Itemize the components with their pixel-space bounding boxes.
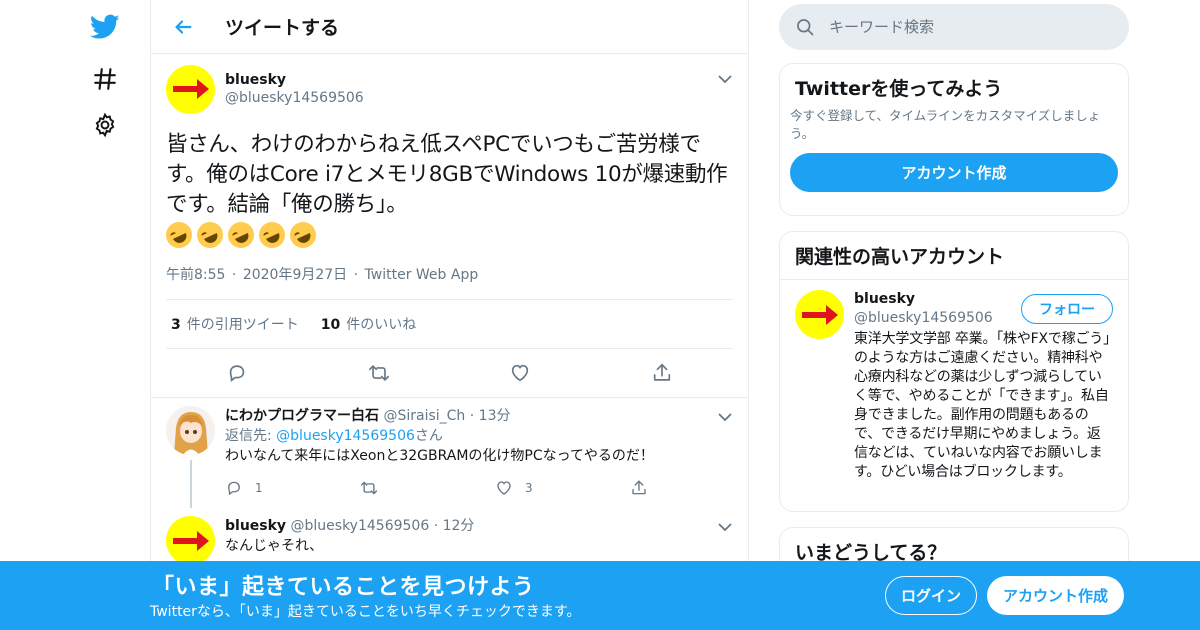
banner-title: 「いま」起きていることを見つけよう	[152, 575, 535, 600]
reply-time[interactable]: 13分	[479, 408, 511, 424]
signup-card-title: Twitterを使ってみよう	[795, 78, 1003, 100]
rofl-emoji-icon	[285, 217, 321, 253]
related-accounts-card: 関連性の高いアカウント bluesky @bluesky14569506 フォロ…	[779, 231, 1129, 512]
search-input[interactable]	[829, 18, 1109, 36]
related-name[interactable]: bluesky	[854, 290, 993, 308]
related-account[interactable]: bluesky @bluesky14569506 フォロー 東洋大学文学部 卒業…	[780, 279, 1128, 492]
thread-line	[190, 460, 192, 508]
reply-author-handle[interactable]: @Siraisi_Ch	[383, 408, 465, 424]
hashtag-icon[interactable]	[90, 64, 120, 94]
rofl-emoji-icon	[223, 217, 259, 253]
reply-text: わいなんて来年にはXeonと32GBRAMの化け物PCなってやるのだ！	[225, 448, 654, 464]
reply-author-name[interactable]: bluesky	[225, 518, 286, 534]
rofl-emoji-icon	[192, 217, 228, 253]
tweet-stats: 3 件の引用ツイート 10 件のいいね	[166, 299, 733, 349]
retweet-icon	[360, 481, 378, 495]
red-arrow-icon	[801, 304, 838, 325]
rofl-emoji-icon	[254, 217, 290, 253]
retweet-icon	[368, 365, 389, 381]
reply-tweet[interactable]: にわかプログラマー白石 @Siraisi_Ch · 13分 返信先: @blue…	[151, 398, 748, 508]
avatar[interactable]	[795, 290, 844, 339]
reply-text: なんじゃそれ、	[225, 538, 324, 554]
reply-to: 返信先: @bluesky14569506さん	[225, 428, 443, 444]
back-arrow-icon	[175, 19, 192, 34]
search-icon	[797, 19, 814, 36]
create-account-button[interactable]: アカウント作成	[790, 153, 1118, 192]
tweet-meta: 午前8:55 · 2020年9月27日 · Twitter Web App	[166, 264, 733, 284]
heart-icon	[512, 364, 529, 382]
related-handle[interactable]: @bluesky14569506	[854, 308, 993, 328]
reply-actions: 1 3	[225, 472, 765, 504]
tweet-time[interactable]: 午前8:55	[166, 267, 225, 283]
red-arrow-icon	[172, 79, 209, 99]
tweet-date[interactable]: 2020年9月27日	[243, 267, 347, 283]
page: ツイートする bluesky @bluesky14569506 皆さん、わけのわ…	[0, 0, 1200, 630]
emoji-row	[161, 217, 321, 253]
share-button[interactable]	[630, 479, 765, 497]
signup-button[interactable]: アカウント作成	[987, 576, 1124, 615]
quote-tweet-count[interactable]: 3 件の引用ツイート	[171, 314, 299, 334]
reply-header: にわかプログラマー白石 @Siraisi_Ch · 13分	[225, 406, 765, 426]
reply-button[interactable]	[166, 362, 308, 384]
meta-sep: ·	[469, 408, 475, 424]
like-count: 3	[525, 481, 533, 495]
tweet-actions	[166, 349, 733, 397]
main-column: ツイートする bluesky @bluesky14569506 皆さん、わけのわ…	[150, 0, 749, 630]
reply-author-handle[interactable]: @bluesky14569506	[291, 518, 430, 534]
tweet-author: bluesky @bluesky14569506	[166, 64, 733, 114]
signup-card: Twitterを使ってみよう 今すぐ登録して、タイムラインをカスタマイズしましょ…	[779, 63, 1129, 216]
share-button[interactable]	[591, 362, 733, 384]
reply-header: bluesky @bluesky14569506 · 12分	[225, 516, 733, 536]
tweet-text-content: 皆さん、わけのわからねえ低スペPCでいつもご苦労様です。俺のはCore i7とメ…	[166, 132, 728, 217]
meta-sep: ·	[231, 267, 237, 283]
avatar[interactable]	[166, 64, 215, 114]
back-button[interactable]	[163, 7, 203, 47]
anime-girl-avatar-icon	[166, 406, 215, 455]
red-arrow-icon	[172, 530, 209, 551]
retweet-button[interactable]	[308, 362, 450, 384]
reply-tweet[interactable]: bluesky @bluesky14569506 · 12分 なんじゃそれ、	[151, 504, 748, 565]
like-button[interactable]	[450, 362, 592, 384]
reply-icon	[229, 365, 245, 382]
main-tweet: bluesky @bluesky14569506 皆さん、わけのわからねえ低スペ…	[151, 54, 748, 398]
gear-icon[interactable]	[90, 110, 120, 140]
like-button[interactable]: 3	[495, 479, 630, 497]
signup-banner: 「いま」起きていることを見つけよう Twitterなら、「いま」起きていることを…	[0, 561, 1200, 630]
chevron-down-icon[interactable]	[716, 518, 734, 536]
chevron-down-icon[interactable]	[716, 408, 734, 426]
share-icon	[653, 363, 671, 381]
twitter-logo-icon[interactable]	[90, 12, 120, 42]
banner-subtitle: Twitterなら、「いま」起きていることをいち早くチェックできます。	[150, 604, 581, 620]
page-title: ツイートする	[225, 17, 340, 39]
author-name[interactable]: bluesky	[225, 71, 364, 89]
meta-sep: ·	[353, 267, 359, 283]
follow-button[interactable]: フォロー	[1021, 294, 1113, 324]
related-card-title: 関連性の高いアカウント	[795, 246, 1005, 268]
reply-to-link[interactable]: @bluesky14569506	[276, 428, 415, 444]
retweet-button[interactable]	[360, 479, 495, 497]
author-handle[interactable]: @bluesky14569506	[225, 89, 364, 107]
avatar[interactable]	[166, 406, 215, 455]
reply-icon	[228, 481, 240, 496]
share-icon	[632, 480, 646, 495]
reply-button[interactable]: 1	[225, 479, 360, 497]
tweet-source[interactable]: Twitter Web App	[365, 267, 479, 283]
heart-icon	[497, 481, 511, 495]
reply-time[interactable]: 12分	[443, 518, 475, 534]
login-button[interactable]: ログイン	[885, 576, 977, 615]
search-bar[interactable]	[779, 4, 1129, 50]
reply-author-name[interactable]: にわかプログラマー白石	[225, 408, 379, 424]
rofl-emoji-icon	[161, 217, 197, 253]
meta-sep: ·	[433, 518, 439, 534]
related-bio: 東洋大学文学部 卒業。「株やFXで稼ごう」のような方はご遠慮ください。精神科や心…	[854, 331, 1110, 480]
like-count[interactable]: 10 件のいいね	[321, 314, 416, 334]
header: ツイートする	[151, 0, 748, 54]
chevron-down-icon[interactable]	[716, 70, 734, 88]
reply-count: 1	[255, 481, 263, 495]
avatar[interactable]	[166, 516, 215, 565]
tweet-text: 皆さん、わけのわからねえ低スペPCでいつもご苦労様です。俺のはCore i7とメ…	[161, 130, 733, 253]
signup-card-subtitle: 今すぐ登録して、タイムラインをカスタマイズしましょう。	[790, 108, 1101, 141]
